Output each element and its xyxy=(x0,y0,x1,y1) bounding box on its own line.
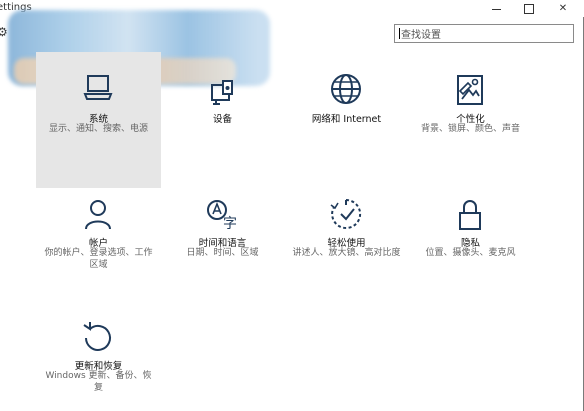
tile-time-language[interactable]: 字 时间和语言 日期、时间、区域 xyxy=(160,190,285,300)
tile-description: Windows 更新、备份、恢复 xyxy=(45,371,152,393)
devices-icon xyxy=(204,73,240,109)
ease-access-icon xyxy=(328,196,364,232)
tile-ease-of-access[interactable]: 轻松使用 讲述人、放大镜、高对比度 xyxy=(284,190,409,300)
globe-icon xyxy=(328,71,364,107)
tile-personalization[interactable]: 个性化 背景、锁屏、颜色、声音 xyxy=(408,52,533,188)
tile-description: 讲述人、放大镜、高对比度 xyxy=(292,248,401,258)
tile-label: 网络和 Internet xyxy=(311,114,382,125)
tile-label: 设备 xyxy=(212,114,232,125)
tile-privacy[interactable]: 隐私 位置、摄像头、麦克风 xyxy=(408,190,533,300)
minimize-button[interactable] xyxy=(481,0,511,17)
gear-icon[interactable]: ⚙ xyxy=(0,25,8,39)
person-icon xyxy=(80,196,116,232)
maximize-button[interactable] xyxy=(514,0,544,17)
laptop-icon xyxy=(80,70,116,106)
tile-description: 你的帐户、登录选项、工作区域 xyxy=(44,248,153,270)
tile-description: 显示、通知、搜索、电源 xyxy=(48,124,148,134)
lock-icon xyxy=(452,196,488,232)
tile-description: 日期、时间、区域 xyxy=(186,248,259,258)
tile-description: 位置、摄像头、麦克风 xyxy=(425,248,516,258)
settings-window: ettings ⚙ 系统 显示、通知、搜索、电源 xyxy=(0,0,584,411)
tile-system[interactable]: 系统 显示、通知、搜索、电源 xyxy=(36,52,161,188)
text-cursor xyxy=(399,28,400,39)
search-box[interactable] xyxy=(394,24,574,43)
personalize-icon xyxy=(452,71,488,107)
close-button[interactable] xyxy=(548,0,578,17)
time-language-icon: 字 xyxy=(204,196,240,232)
update-icon xyxy=(80,319,116,355)
tile-accounts[interactable]: 帐户 你的帐户、登录选项、工作区域 xyxy=(36,190,161,300)
svg-text:字: 字 xyxy=(223,216,237,232)
tile-devices[interactable]: 设备 xyxy=(160,52,285,188)
tile-description: 背景、锁屏、颜色、声音 xyxy=(420,124,520,134)
tile-update-recovery[interactable]: 更新和恢复 Windows 更新、备份、恢复 xyxy=(36,312,161,411)
search-input[interactable] xyxy=(401,26,551,41)
tile-network[interactable]: 网络和 Internet xyxy=(284,52,409,188)
